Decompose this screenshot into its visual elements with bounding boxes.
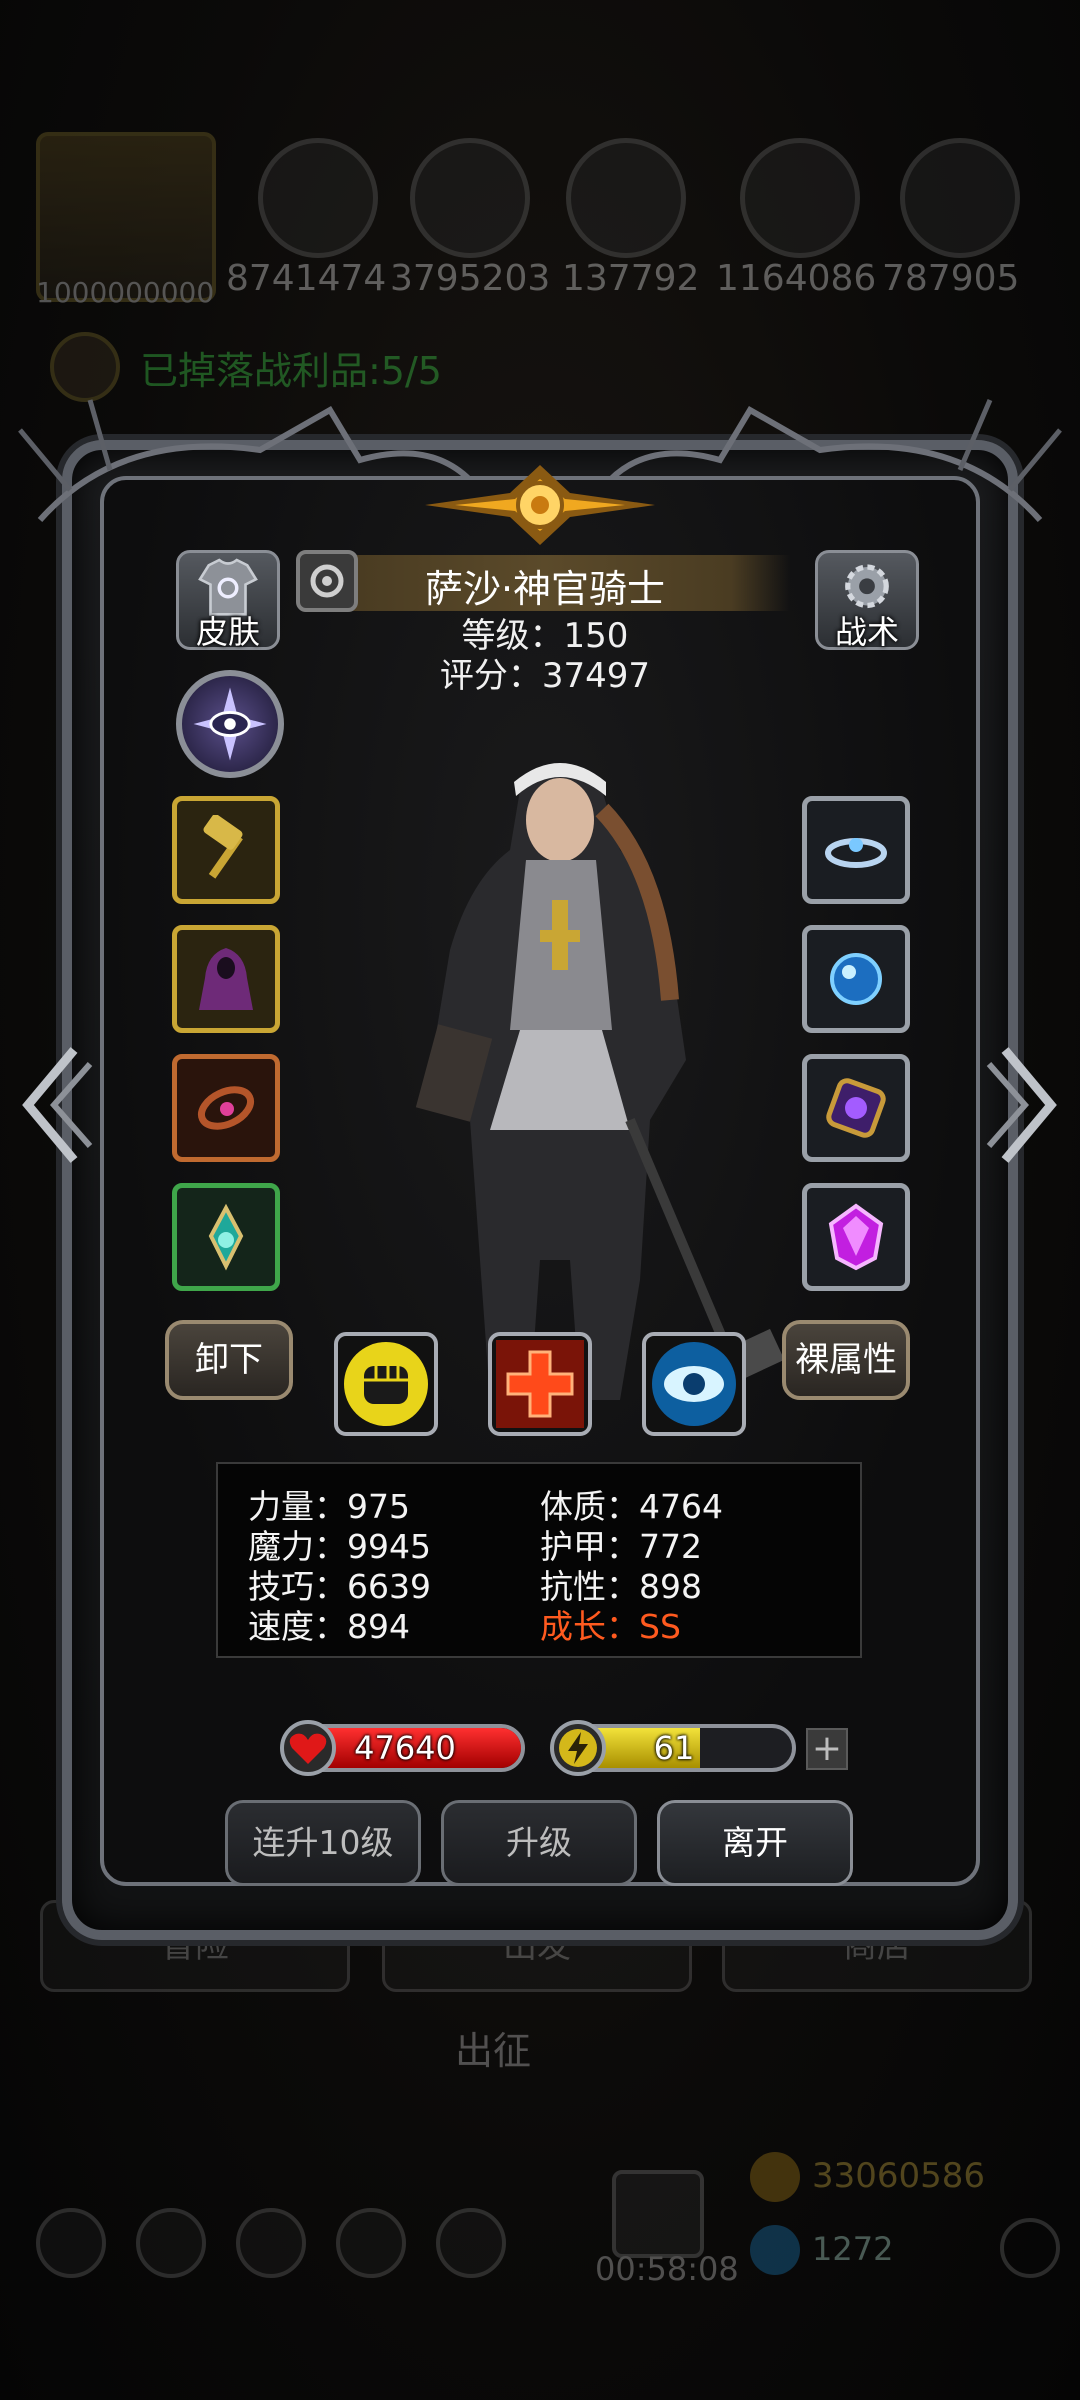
equip-slot-orb[interactable] <box>802 925 910 1033</box>
bg-menu-icon-5 <box>436 2208 506 2278</box>
skin-button[interactable]: 皮肤 <box>176 550 280 651</box>
next-hero-arrow-icon[interactable] <box>985 1040 1065 1170</box>
gold-amount: 33060586 <box>812 2156 986 2196</box>
equip-slot-crystal[interactable] <box>802 1183 910 1291</box>
purple-ring-icon <box>826 1078 886 1138</box>
hero-character-portrait <box>415 763 785 1400</box>
tactic-button[interactable]: 战术 <box>815 550 919 651</box>
teal-amulet-icon <box>208 1203 244 1271</box>
purple-crystal-icon <box>828 1203 884 1271</box>
resource-icon-4 <box>740 138 860 258</box>
bg-menu-icon-2 <box>136 2208 206 2278</box>
blue-orb-icon <box>830 953 882 1005</box>
stat-speed: 速度：894 <box>248 1607 410 1646</box>
resource-value-3: 137792 <box>562 258 700 299</box>
skill-slot-1[interactable] <box>334 1332 438 1436</box>
tactic-label: 战术 <box>834 613 899 651</box>
equip-slot-amulet[interactable] <box>172 1183 280 1291</box>
lightning-icon <box>550 1720 606 1776</box>
resource-icon-5 <box>900 138 1020 258</box>
skill-slot-3[interactable] <box>642 1332 746 1436</box>
chain-bracelet-icon <box>197 1086 255 1130</box>
red-cross-icon <box>496 1340 584 1428</box>
equip-slot-weapon[interactable] <box>172 796 280 904</box>
resource-icon-3 <box>566 138 686 258</box>
level-up-10-button[interactable]: 连升10级 <box>225 1800 421 1886</box>
bg-side-icon <box>1000 2218 1060 2278</box>
bg-expedition-label: 出征 <box>455 2029 532 2073</box>
previous-hero-arrow-icon[interactable] <box>14 1040 94 1170</box>
background-hud-top: 1000000000 8741474 3795203 137792 116408… <box>0 0 1080 420</box>
gold-coin-icon <box>750 2152 800 2202</box>
background-hud-bottom: 冒险 出发 商店 出征 00:58:08 33060586 1272 <box>0 1890 1080 2400</box>
equip-slot-head[interactable] <box>802 796 910 904</box>
hero-emblem-eye-icon[interactable] <box>176 670 284 778</box>
resource-value-5: 787905 <box>882 258 1020 299</box>
bg-menu-icon-3 <box>236 2208 306 2278</box>
stat-growth: 成长：SS <box>540 1607 681 1646</box>
tiara-icon <box>825 838 887 868</box>
unequip-button[interactable]: 卸下 <box>165 1320 293 1400</box>
gift-chest-icon <box>612 2170 704 2258</box>
equip-slot-bracelet[interactable] <box>172 1054 280 1162</box>
bg-menu-icon-1 <box>36 2208 106 2278</box>
resource-value-2: 3795203 <box>390 258 551 299</box>
equip-slot-armor[interactable] <box>172 925 280 1033</box>
leave-button[interactable]: 离开 <box>657 1800 853 1886</box>
resource-icon-1 <box>258 138 378 258</box>
gem-amount: 1272 <box>812 2230 894 2268</box>
level-up-button[interactable]: 升级 <box>441 1800 637 1886</box>
skill-slot-2[interactable] <box>488 1332 592 1436</box>
golden-crest-icon <box>425 465 655 545</box>
gem-icon <box>750 2225 800 2275</box>
add-energy-button[interactable]: + <box>806 1728 848 1770</box>
skin-label: 皮肤 <box>195 613 260 651</box>
resource-value-1: 8741474 <box>226 258 387 299</box>
base-attributes-button[interactable]: 裸属性 <box>782 1320 910 1400</box>
bg-menu-icon-4 <box>336 2208 406 2278</box>
fist-icon <box>344 1342 428 1426</box>
hero-score: 评分：37497 <box>439 656 651 696</box>
hooded-robe-icon <box>199 948 253 1010</box>
chest-timer: 00:58:08 <box>595 2250 739 2288</box>
blue-eye-icon <box>652 1342 736 1426</box>
hammer-icon <box>203 815 243 879</box>
equip-slot-ring[interactable] <box>802 1054 910 1162</box>
heart-icon <box>280 1720 336 1776</box>
player-power: 1000000000 <box>36 276 215 309</box>
resource-icon-2 <box>410 138 530 258</box>
hero-name: 萨沙·神官骑士 <box>424 567 666 611</box>
resource-value-4: 1164086 <box>716 258 877 299</box>
